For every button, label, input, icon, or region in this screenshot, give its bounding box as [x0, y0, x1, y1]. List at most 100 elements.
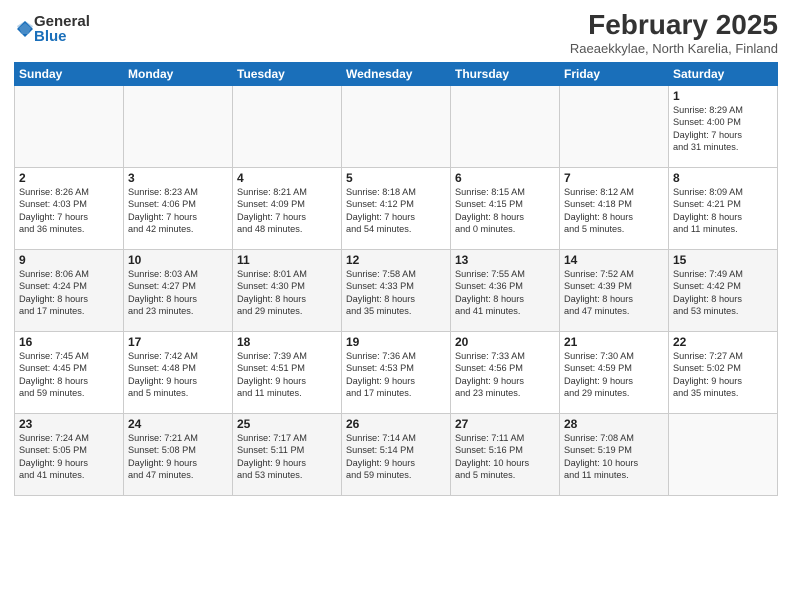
calendar-cell	[669, 413, 778, 495]
week-row-1: 1Sunrise: 8:29 AM Sunset: 4:00 PM Daylig…	[15, 85, 778, 167]
day-info: Sunrise: 8:01 AM Sunset: 4:30 PM Dayligh…	[237, 268, 337, 318]
day-info: Sunrise: 8:06 AM Sunset: 4:24 PM Dayligh…	[19, 268, 119, 318]
day-number: 2	[19, 171, 119, 185]
header-saturday: Saturday	[669, 62, 778, 85]
calendar: SundayMondayTuesdayWednesdayThursdayFrid…	[14, 62, 778, 496]
header-tuesday: Tuesday	[233, 62, 342, 85]
day-info: Sunrise: 7:39 AM Sunset: 4:51 PM Dayligh…	[237, 350, 337, 400]
calendar-cell	[15, 85, 124, 167]
day-number: 15	[673, 253, 773, 267]
day-info: Sunrise: 7:36 AM Sunset: 4:53 PM Dayligh…	[346, 350, 446, 400]
calendar-cell	[342, 85, 451, 167]
day-info: Sunrise: 7:08 AM Sunset: 5:19 PM Dayligh…	[564, 432, 664, 482]
day-number: 19	[346, 335, 446, 349]
day-number: 8	[673, 171, 773, 185]
calendar-cell: 18Sunrise: 7:39 AM Sunset: 4:51 PM Dayli…	[233, 331, 342, 413]
calendar-cell: 11Sunrise: 8:01 AM Sunset: 4:30 PM Dayli…	[233, 249, 342, 331]
day-info: Sunrise: 8:03 AM Sunset: 4:27 PM Dayligh…	[128, 268, 228, 318]
day-info: Sunrise: 8:29 AM Sunset: 4:00 PM Dayligh…	[673, 104, 773, 154]
calendar-cell: 27Sunrise: 7:11 AM Sunset: 5:16 PM Dayli…	[451, 413, 560, 495]
day-number: 27	[455, 417, 555, 431]
header-thursday: Thursday	[451, 62, 560, 85]
logo-blue: Blue	[34, 29, 90, 44]
calendar-cell: 9Sunrise: 8:06 AM Sunset: 4:24 PM Daylig…	[15, 249, 124, 331]
calendar-cell: 4Sunrise: 8:21 AM Sunset: 4:09 PM Daylig…	[233, 167, 342, 249]
week-row-4: 16Sunrise: 7:45 AM Sunset: 4:45 PM Dayli…	[15, 331, 778, 413]
day-number: 7	[564, 171, 664, 185]
day-number: 23	[19, 417, 119, 431]
calendar-cell: 24Sunrise: 7:21 AM Sunset: 5:08 PM Dayli…	[124, 413, 233, 495]
day-number: 28	[564, 417, 664, 431]
day-number: 4	[237, 171, 337, 185]
day-number: 11	[237, 253, 337, 267]
day-info: Sunrise: 7:21 AM Sunset: 5:08 PM Dayligh…	[128, 432, 228, 482]
day-info: Sunrise: 7:14 AM Sunset: 5:14 PM Dayligh…	[346, 432, 446, 482]
day-number: 20	[455, 335, 555, 349]
week-row-5: 23Sunrise: 7:24 AM Sunset: 5:05 PM Dayli…	[15, 413, 778, 495]
day-info: Sunrise: 8:23 AM Sunset: 4:06 PM Dayligh…	[128, 186, 228, 236]
day-info: Sunrise: 7:58 AM Sunset: 4:33 PM Dayligh…	[346, 268, 446, 318]
day-number: 5	[346, 171, 446, 185]
calendar-cell: 15Sunrise: 7:49 AM Sunset: 4:42 PM Dayli…	[669, 249, 778, 331]
calendar-cell	[233, 85, 342, 167]
day-info: Sunrise: 8:18 AM Sunset: 4:12 PM Dayligh…	[346, 186, 446, 236]
day-info: Sunrise: 7:55 AM Sunset: 4:36 PM Dayligh…	[455, 268, 555, 318]
logo: General Blue	[14, 14, 90, 44]
day-info: Sunrise: 8:12 AM Sunset: 4:18 PM Dayligh…	[564, 186, 664, 236]
calendar-cell: 22Sunrise: 7:27 AM Sunset: 5:02 PM Dayli…	[669, 331, 778, 413]
calendar-cell: 17Sunrise: 7:42 AM Sunset: 4:48 PM Dayli…	[124, 331, 233, 413]
day-info: Sunrise: 8:26 AM Sunset: 4:03 PM Dayligh…	[19, 186, 119, 236]
day-info: Sunrise: 7:24 AM Sunset: 5:05 PM Dayligh…	[19, 432, 119, 482]
page: General Blue February 2025 Raeaekkylae, …	[0, 0, 792, 612]
day-info: Sunrise: 7:27 AM Sunset: 5:02 PM Dayligh…	[673, 350, 773, 400]
calendar-cell	[560, 85, 669, 167]
day-info: Sunrise: 7:33 AM Sunset: 4:56 PM Dayligh…	[455, 350, 555, 400]
day-number: 17	[128, 335, 228, 349]
header-friday: Friday	[560, 62, 669, 85]
day-number: 6	[455, 171, 555, 185]
week-row-2: 2Sunrise: 8:26 AM Sunset: 4:03 PM Daylig…	[15, 167, 778, 249]
day-number: 12	[346, 253, 446, 267]
day-info: Sunrise: 7:42 AM Sunset: 4:48 PM Dayligh…	[128, 350, 228, 400]
logo-general: General	[34, 14, 90, 29]
calendar-cell: 21Sunrise: 7:30 AM Sunset: 4:59 PM Dayli…	[560, 331, 669, 413]
calendar-cell: 19Sunrise: 7:36 AM Sunset: 4:53 PM Dayli…	[342, 331, 451, 413]
calendar-cell	[124, 85, 233, 167]
title-block: February 2025 Raeaekkylae, North Karelia…	[570, 10, 778, 56]
header-wednesday: Wednesday	[342, 62, 451, 85]
day-number: 22	[673, 335, 773, 349]
day-number: 13	[455, 253, 555, 267]
day-number: 21	[564, 335, 664, 349]
day-number: 1	[673, 89, 773, 103]
calendar-cell: 7Sunrise: 8:12 AM Sunset: 4:18 PM Daylig…	[560, 167, 669, 249]
calendar-cell: 10Sunrise: 8:03 AM Sunset: 4:27 PM Dayli…	[124, 249, 233, 331]
day-info: Sunrise: 7:11 AM Sunset: 5:16 PM Dayligh…	[455, 432, 555, 482]
day-number: 18	[237, 335, 337, 349]
day-info: Sunrise: 8:21 AM Sunset: 4:09 PM Dayligh…	[237, 186, 337, 236]
month-title: February 2025	[570, 10, 778, 41]
calendar-cell: 25Sunrise: 7:17 AM Sunset: 5:11 PM Dayli…	[233, 413, 342, 495]
day-number: 26	[346, 417, 446, 431]
day-number: 16	[19, 335, 119, 349]
calendar-cell: 16Sunrise: 7:45 AM Sunset: 4:45 PM Dayli…	[15, 331, 124, 413]
logo-icon	[16, 20, 34, 38]
calendar-cell: 14Sunrise: 7:52 AM Sunset: 4:39 PM Dayli…	[560, 249, 669, 331]
calendar-cell: 2Sunrise: 8:26 AM Sunset: 4:03 PM Daylig…	[15, 167, 124, 249]
calendar-cell: 8Sunrise: 8:09 AM Sunset: 4:21 PM Daylig…	[669, 167, 778, 249]
day-info: Sunrise: 7:30 AM Sunset: 4:59 PM Dayligh…	[564, 350, 664, 400]
day-number: 24	[128, 417, 228, 431]
day-info: Sunrise: 7:49 AM Sunset: 4:42 PM Dayligh…	[673, 268, 773, 318]
calendar-cell	[451, 85, 560, 167]
day-number: 9	[19, 253, 119, 267]
header-sunday: Sunday	[15, 62, 124, 85]
day-info: Sunrise: 7:17 AM Sunset: 5:11 PM Dayligh…	[237, 432, 337, 482]
day-info: Sunrise: 7:45 AM Sunset: 4:45 PM Dayligh…	[19, 350, 119, 400]
calendar-cell: 5Sunrise: 8:18 AM Sunset: 4:12 PM Daylig…	[342, 167, 451, 249]
calendar-cell: 12Sunrise: 7:58 AM Sunset: 4:33 PM Dayli…	[342, 249, 451, 331]
calendar-cell: 13Sunrise: 7:55 AM Sunset: 4:36 PM Dayli…	[451, 249, 560, 331]
week-row-3: 9Sunrise: 8:06 AM Sunset: 4:24 PM Daylig…	[15, 249, 778, 331]
day-info: Sunrise: 8:15 AM Sunset: 4:15 PM Dayligh…	[455, 186, 555, 236]
calendar-body: 1Sunrise: 8:29 AM Sunset: 4:00 PM Daylig…	[15, 85, 778, 495]
calendar-cell: 26Sunrise: 7:14 AM Sunset: 5:14 PM Dayli…	[342, 413, 451, 495]
calendar-cell: 1Sunrise: 8:29 AM Sunset: 4:00 PM Daylig…	[669, 85, 778, 167]
